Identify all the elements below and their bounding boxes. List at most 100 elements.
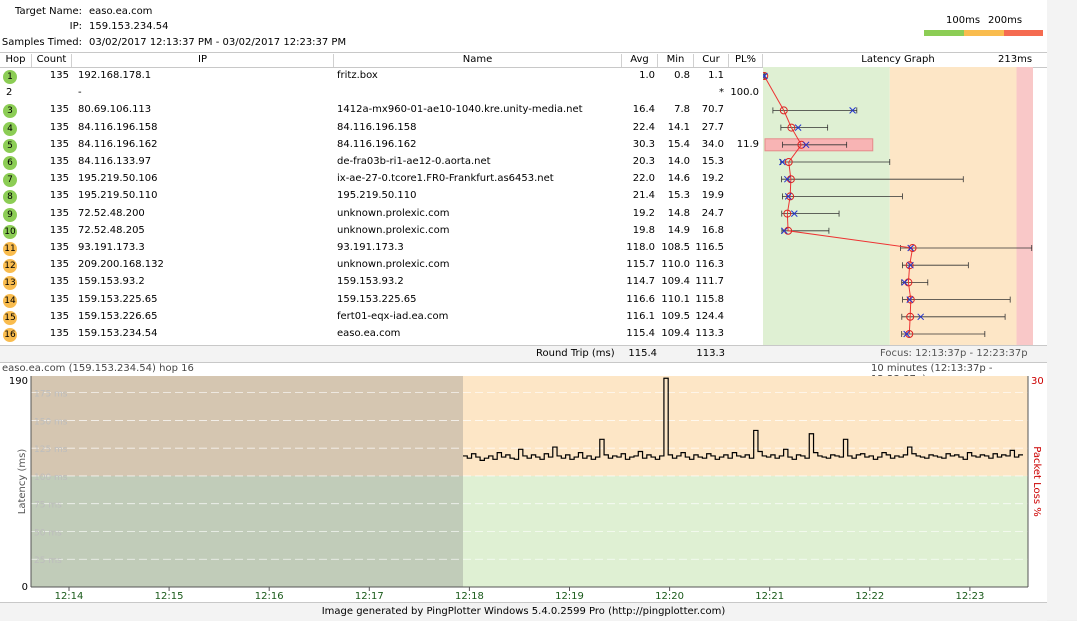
hop-count: 135 xyxy=(49,156,69,167)
hop-name: unknown.prolexic.com xyxy=(337,207,450,219)
hop-cur: 16.8 xyxy=(701,224,724,236)
hop-avg: 116.1 xyxy=(626,310,655,322)
x-tick-label: 12:19 xyxy=(555,591,584,602)
hop-avg: 20.3 xyxy=(632,156,655,167)
hop-ip: 159.153.225.65 xyxy=(78,293,158,305)
hop-avg: 115.4 xyxy=(626,328,655,339)
hop-number-badge: 12 xyxy=(3,259,17,274)
hop-ip: 80.69.106.113 xyxy=(78,104,152,116)
hop-number-badge: 11 xyxy=(3,242,17,256)
hop-row[interactable]: 5 135 84.116.196.162 84.116.196.162 30.3 15.4… xyxy=(0,137,762,154)
samples-label: Samples Timed: xyxy=(1,37,82,48)
target-name-label: Target Name: xyxy=(15,6,82,17)
x-tick-label: 12:18 xyxy=(455,591,484,602)
y-min-label: 0 xyxy=(22,582,28,593)
hop-row[interactable]: 9 135 72.52.48.200 unknown.prolexic.com 19.2… xyxy=(0,206,762,223)
hop-name: unknown.prolexic.com xyxy=(337,259,450,271)
hop-avg: 19.2 xyxy=(632,207,655,219)
hop-row[interactable]: 4 135 84.116.196.158 84.116.196.158 22.4 14.1… xyxy=(0,120,762,137)
hop-cur: 27.7 xyxy=(701,121,724,133)
hop-count: 135 xyxy=(49,310,69,322)
hop-count: 135 xyxy=(49,328,69,339)
hop-count: 135 xyxy=(49,121,69,133)
focus-range: Focus: 12:13:37p - 12:23:37p xyxy=(880,348,1028,359)
grid-value-label: 150 ms xyxy=(34,417,68,427)
column-latency-graph[interactable]: Latency Graph xyxy=(763,54,1033,67)
hop-name: 93.191.173.3 xyxy=(337,242,404,253)
hop-row[interactable]: 10 135 72.52.48.205 unknown.prolexic.com 19.… xyxy=(0,223,762,240)
hop-name: 159.153.225.65 xyxy=(337,293,417,305)
legend-200ms-label: 200ms xyxy=(988,15,1023,26)
hop-row[interactable]: 14 135 159.153.225.65 159.153.225.65 116.6 11… xyxy=(0,292,762,309)
hop-row[interactable]: 3 135 80.69.106.113 1412a-mx960-01-ae10-104… xyxy=(0,102,762,119)
graph-max-label: 213ms xyxy=(998,54,1033,65)
x-tick-label: 12:22 xyxy=(855,591,884,602)
hop-number-badge: 1 xyxy=(3,70,17,84)
hop-avg: 30.3 xyxy=(632,138,655,150)
hop-min: 14.0 xyxy=(667,156,690,167)
hop-number-badge: 9 xyxy=(3,207,17,222)
hop-row[interactable]: 7 135 195.219.50.106 ix-ae-27-0.tcore1.FR0-… xyxy=(0,171,762,188)
column-min[interactable]: Min xyxy=(658,54,694,67)
hop-row[interactable]: 11 135 93.191.173.3 93.191.173.3 118.0 108.5 1… xyxy=(0,240,762,257)
latency-time-chart[interactable]: 175 ms 150 ms 125 ms 100 ms 75 ms 50 ms 25 ms 1… xyxy=(0,373,1047,602)
hop-row[interactable]: 13 135 159.153.93.2 159.153.93.2 114.7 109.4 1… xyxy=(0,274,762,291)
hop-min: 110.1 xyxy=(661,293,690,305)
hop-name: de-fra03b-ri1-ae12-0.aorta.net xyxy=(337,156,491,167)
x-tick-label: 12:15 xyxy=(155,591,184,602)
hop-min: 14.6 xyxy=(667,173,690,185)
target-ip-label: IP: xyxy=(69,21,82,32)
hop-pl: 100.0 xyxy=(730,87,759,99)
hop-number-badge: 6 xyxy=(3,156,17,170)
hop-ip: 195.219.50.106 xyxy=(78,173,158,185)
hop-row[interactable]: 2 - * 100.0 xyxy=(0,85,762,102)
pingplotter-report: Target Name: easo.ea.com IP: 159.153.234… xyxy=(0,0,1047,621)
y2-max-label: 30 xyxy=(1031,376,1044,387)
hop-avg: 16.4 xyxy=(632,104,655,116)
hop-cur: 113.3 xyxy=(695,328,724,339)
hop-ip: 72.52.48.205 xyxy=(78,224,145,236)
hop-avg: 1.0 xyxy=(639,70,655,81)
legend-100ms-label: 100ms xyxy=(946,15,981,26)
hop-row[interactable]: 8 135 195.219.50.110 195.219.50.110 21.4 15.3… xyxy=(0,188,762,205)
hop-avg: 118.0 xyxy=(626,242,655,253)
hop-min: 108.5 xyxy=(661,242,690,253)
latency-graph xyxy=(763,67,1033,345)
hop-cur: 115.8 xyxy=(695,293,724,305)
hop-count: 135 xyxy=(49,173,69,185)
hop-avg: 22.4 xyxy=(632,121,655,133)
column-ip[interactable]: IP xyxy=(72,54,334,67)
grid-value-label: 50 ms xyxy=(34,528,62,538)
column-hop[interactable]: Hop xyxy=(0,54,32,67)
y2-axis-title: Packet Loss % xyxy=(1031,446,1042,517)
target-ip-value: 159.153.234.54 xyxy=(89,21,169,32)
hop-cur: * xyxy=(719,87,724,99)
hop-row[interactable]: 6 135 84.116.133.97 de-fra03b-ri1-ae12-0.ao… xyxy=(0,154,762,171)
x-tick-label: 12:21 xyxy=(755,591,784,602)
column-cur[interactable]: Cur xyxy=(694,54,729,67)
column-name[interactable]: Name xyxy=(334,54,622,67)
legend-red-bar xyxy=(1004,30,1043,36)
hop-ip: 159.153.234.54 xyxy=(78,328,158,339)
hop-count: 135 xyxy=(49,224,69,236)
column-avg[interactable]: Avg xyxy=(622,54,658,67)
y-axis-title: Latency (ms) xyxy=(17,449,28,515)
column-pl[interactable]: PL% xyxy=(729,54,763,67)
x-tick-label: 12:17 xyxy=(355,591,384,602)
hop-row[interactable]: 12 135 209.200.168.132 unknown.prolexic.com… xyxy=(0,257,762,274)
hop-name: 84.116.196.158 xyxy=(337,121,417,133)
hop-name: fritz.box xyxy=(337,70,378,81)
hop-name: 1412a-mx960-01-ae10-1040.kre.unity-media… xyxy=(337,104,583,116)
hop-number-badge: 8 xyxy=(3,190,17,205)
graph-zone-warn xyxy=(889,67,1017,345)
hop-name: fert01-eqx-iad.ea.com xyxy=(337,310,449,322)
column-count[interactable]: Count xyxy=(32,54,72,67)
y-max-label: 190 xyxy=(9,376,28,387)
hop-min: 14.8 xyxy=(667,207,690,219)
right-margin xyxy=(1047,0,1077,620)
hop-row[interactable]: 1 135 192.168.178.1 fritz.box 1.0 0.8 1.1 xyxy=(0,68,762,85)
hop-row[interactable]: 15 135 159.153.226.65 fert01-eqx-iad.ea.com… xyxy=(0,309,762,326)
hop-min: 14.9 xyxy=(667,224,690,236)
hop-min: 15.4 xyxy=(667,138,690,150)
hop-row[interactable]: 16 135 159.153.234.54 easo.ea.com 115.4 109.4… xyxy=(0,326,762,343)
